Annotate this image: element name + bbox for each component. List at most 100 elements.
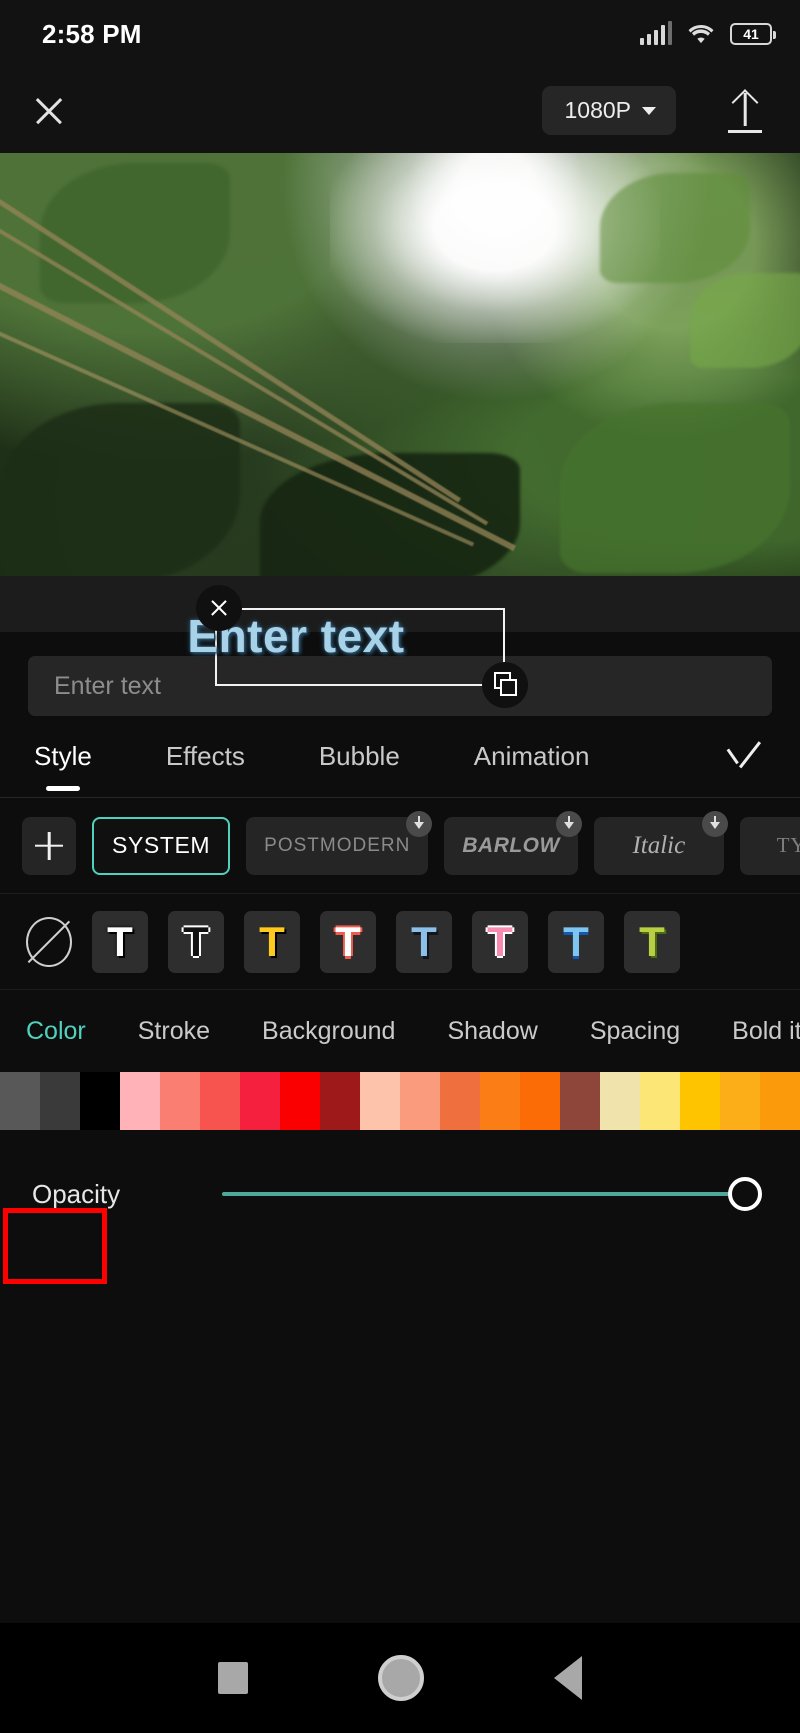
color-swatch[interactable] [560, 1072, 600, 1130]
recents-square-icon[interactable] [218, 1662, 248, 1694]
option-shadow[interactable]: Shadow [447, 1017, 537, 1046]
color-swatch[interactable] [200, 1072, 240, 1130]
font-list[interactable]: SYSTEM POSTMODERN BARLOW Italic TYPE [0, 798, 800, 894]
foliage [0, 403, 240, 576]
home-circle-icon[interactable] [378, 1655, 424, 1701]
no-style-icon[interactable] [26, 916, 72, 967]
status-bar: 2:58 PM 41 [0, 0, 800, 68]
option-color[interactable]: Color [26, 1017, 86, 1046]
preset-swatch[interactable]: T [624, 910, 680, 973]
wifi-icon [688, 24, 714, 44]
chevron-down-icon [642, 106, 656, 115]
opacity-control: Opacity [0, 1130, 800, 1258]
color-swatch[interactable] [720, 1072, 760, 1130]
battery-level: 41 [743, 26, 759, 42]
video-frame [0, 153, 800, 576]
color-swatch[interactable] [520, 1072, 560, 1130]
color-swatch[interactable] [360, 1072, 400, 1130]
color-swatch[interactable] [760, 1072, 800, 1130]
preset-glyph: T [563, 917, 589, 965]
color-swatch[interactable] [40, 1072, 80, 1130]
color-swatch[interactable] [480, 1072, 520, 1130]
color-swatch[interactable] [400, 1072, 440, 1130]
tab-label: Bubble [318, 741, 400, 771]
foliage [40, 163, 230, 303]
android-nav-bar [0, 1623, 800, 1733]
tab-animation[interactable]: Animation [474, 716, 590, 797]
preset-swatch[interactable]: T [396, 910, 452, 973]
video-preview[interactable]: Enter text [0, 153, 800, 708]
status-clock: 2:58 PM [42, 18, 142, 49]
option-bold-italic[interactable]: Bold ital [732, 1017, 800, 1046]
foliage [260, 453, 520, 576]
battery-icon: 41 [730, 23, 776, 45]
color-swatch[interactable] [160, 1072, 200, 1130]
option-stroke[interactable]: Stroke [138, 1017, 210, 1046]
tab-bubble[interactable]: Bubble [319, 716, 400, 797]
text-style-presets[interactable]: T T T T T T T T [0, 894, 800, 990]
foliage [560, 403, 790, 573]
preset-swatch[interactable]: T [244, 910, 300, 973]
font-chip-barlow[interactable]: BARLOW [444, 810, 582, 875]
top-toolbar: 1080P [0, 68, 800, 153]
color-swatch[interactable] [120, 1072, 160, 1130]
font-label: SYSTEM [112, 832, 211, 858]
status-icons: 41 [639, 21, 776, 45]
color-swatch[interactable] [280, 1072, 320, 1130]
opacity-slider[interactable] [222, 1176, 762, 1212]
font-chip-system[interactable]: SYSTEM [92, 816, 231, 875]
resolution-label: 1080P [564, 97, 631, 123]
export-icon[interactable] [720, 86, 770, 136]
tab-label: Effects [165, 741, 245, 771]
foliage [690, 273, 800, 368]
color-swatch[interactable] [440, 1072, 480, 1130]
preset-glyph: T [335, 917, 361, 965]
color-swatch[interactable] [640, 1072, 680, 1130]
preset-swatch[interactable]: T [168, 910, 224, 973]
color-swatch[interactable] [0, 1072, 40, 1130]
color-swatch[interactable] [240, 1072, 280, 1130]
add-font-button[interactable] [22, 816, 76, 875]
back-triangle-icon[interactable] [554, 1656, 582, 1700]
signal-icon [639, 21, 672, 45]
opacity-label: Opacity [32, 1178, 121, 1209]
preset-swatch[interactable]: T [92, 910, 148, 973]
preset-swatch[interactable]: T [320, 910, 376, 973]
tab-effects[interactable]: Effects [166, 716, 245, 797]
style-option-tabs: Color Stroke Background Shadow Spacing B… [0, 990, 800, 1072]
slider-track [222, 1192, 760, 1196]
preset-glyph: T [487, 917, 513, 965]
color-swatch[interactable] [320, 1072, 360, 1130]
overlay-text[interactable]: Enter text [46, 609, 546, 663]
tab-label: Style [34, 741, 92, 771]
confirm-button[interactable] [724, 742, 770, 772]
font-label: TYPE [776, 833, 800, 857]
text-edit-panel: Enter text Style Effects Bubble Animatio… [0, 632, 800, 1623]
color-swatch[interactable] [680, 1072, 720, 1130]
preset-glyph: T [259, 917, 285, 965]
preset-swatch[interactable]: T [548, 910, 604, 973]
download-icon[interactable] [406, 810, 433, 837]
option-background[interactable]: Background [262, 1017, 395, 1046]
font-label: Italic [632, 831, 686, 859]
close-icon[interactable] [26, 88, 72, 134]
delete-text-handle[interactable] [196, 585, 242, 631]
resolution-selector[interactable]: 1080P [542, 86, 676, 135]
font-chip-postmodern[interactable]: POSTMODERN [246, 810, 433, 875]
preset-glyph: T [411, 917, 437, 965]
color-palette[interactable] [0, 1072, 800, 1130]
color-swatch[interactable] [600, 1072, 640, 1130]
foliage [600, 173, 750, 283]
option-spacing[interactable]: Spacing [590, 1017, 680, 1046]
preset-swatch[interactable]: T [472, 910, 528, 973]
font-chip-type[interactable]: TYPE [739, 816, 800, 875]
color-swatch[interactable] [80, 1072, 120, 1130]
tab-label: Animation [473, 741, 590, 771]
slider-knob[interactable] [728, 1177, 762, 1211]
download-icon[interactable] [555, 810, 582, 837]
download-icon[interactable] [701, 810, 728, 837]
tab-style[interactable]: Style [34, 716, 92, 797]
scale-text-handle[interactable] [482, 662, 528, 708]
panel-tabs: Style Effects Bubble Animation [0, 716, 800, 798]
font-chip-italic[interactable]: Italic [593, 810, 728, 875]
